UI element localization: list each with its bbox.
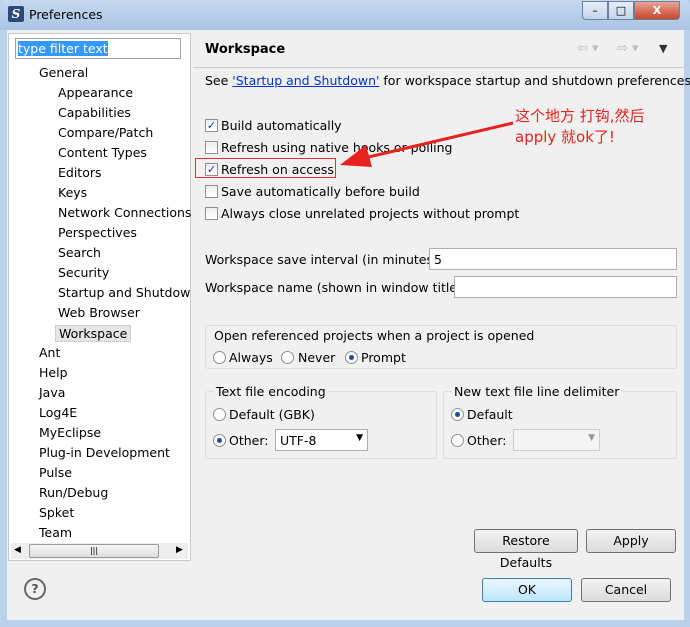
preference-tree: type filter text General Appearance Capabi… <box>8 33 191 561</box>
radio-label: Other: <box>229 433 269 448</box>
radio-label: Never <box>298 350 336 365</box>
ok-button[interactable]: OK <box>482 578 572 602</box>
tree-item[interactable]: Help <box>39 365 68 380</box>
line-delimiter-group: New text file line delimiter Default Oth… <box>443 384 677 459</box>
tree-item[interactable]: Security <box>58 265 109 280</box>
maximize-button[interactable]: □ <box>608 1 634 20</box>
tree-item[interactable]: Team <box>39 525 72 540</box>
save-interval-label: Workspace save interval (in minutes): <box>205 252 443 267</box>
cancel-button[interactable]: Cancel <box>581 578 671 602</box>
tree-item[interactable]: Pulse <box>39 465 72 480</box>
tree-item[interactable]: Editors <box>58 165 102 180</box>
delimiter-select[interactable]: ▼ <box>513 429 600 451</box>
tree-item[interactable]: Ant <box>39 345 60 360</box>
app-icon: S <box>8 6 24 22</box>
radio-label: Other: <box>467 433 507 448</box>
checkbox[interactable] <box>205 141 218 154</box>
radio-label: Prompt <box>361 350 406 365</box>
title-bar: S Preferences – □ X <box>0 0 690 30</box>
tree-item[interactable]: Java <box>39 385 65 400</box>
tree-item[interactable]: Search <box>58 245 101 260</box>
tree-item[interactable]: General <box>39 65 88 80</box>
page-title: Workspace <box>205 42 286 57</box>
dropdown-arrow-icon: ▼ <box>356 433 363 443</box>
scroll-left-icon[interactable]: ◀ <box>14 545 21 555</box>
filter-text: type filter text <box>18 41 108 56</box>
tree-item[interactable]: MyEclipse <box>39 425 101 440</box>
tree-item[interactable]: Compare/Patch <box>58 125 153 140</box>
group-label: Text file encoding <box>214 384 328 399</box>
tree-item[interactable]: Log4E <box>39 405 77 420</box>
startup-shutdown-link[interactable]: 'Startup and Shutdown' <box>232 73 379 88</box>
dropdown-arrow-icon: ▼ <box>588 433 595 443</box>
radio-never[interactable] <box>281 351 294 364</box>
checkbox[interactable]: ✓ <box>205 119 218 132</box>
checkbox-label: Save automatically before build <box>221 184 420 199</box>
workspace-name-label: Workspace name (shown in window title): <box>205 280 467 295</box>
scrollbar-thumb[interactable]: ||| <box>29 544 159 558</box>
radio-always[interactable] <box>213 351 226 364</box>
radio-label: Default <box>467 407 513 422</box>
view-menu-icon[interactable]: ▼ <box>659 42 667 55</box>
radio-prompt[interactable] <box>345 351 358 364</box>
tree-item[interactable]: Network Connections <box>58 205 191 220</box>
highlight-box <box>195 158 336 178</box>
text-encoding-group: Text file encoding Default (GBK) Other: … <box>205 384 437 459</box>
scroll-right-icon[interactable]: ▶ <box>176 545 183 555</box>
tree-item[interactable]: Web Browser <box>58 305 140 320</box>
tree-item[interactable]: Perspectives <box>58 225 137 240</box>
checkbox[interactable] <box>205 207 218 220</box>
minimize-button[interactable]: – <box>582 1 608 20</box>
checkbox-label: Always close unrelated projects without … <box>221 206 520 221</box>
radio-default-encoding[interactable] <box>213 408 226 421</box>
startup-note: See 'Startup and Shutdown' for workspace… <box>205 73 690 88</box>
tree-item[interactable]: Workspace <box>55 325 132 342</box>
open-referenced-group: Open referenced projects when a project … <box>205 325 677 369</box>
back-icon[interactable]: ⇦ ▾ <box>577 41 599 56</box>
tree-item[interactable]: Appearance <box>58 85 133 100</box>
radio-other-delimiter[interactable] <box>451 434 464 447</box>
tree-item[interactable]: Spket <box>39 505 74 520</box>
tree-item[interactable]: Keys <box>58 185 87 200</box>
tree-item[interactable]: Run/Debug <box>39 485 108 500</box>
window-title: Preferences <box>29 7 103 22</box>
workspace-name-input[interactable] <box>454 276 677 298</box>
filter-input[interactable]: type filter text <box>15 38 181 59</box>
annotation-text: 这个地方 打钩,然后 apply 就ok了! <box>515 107 645 146</box>
annotation-arrow <box>340 121 514 167</box>
radio-label: Default (GBK) <box>229 407 315 422</box>
group-label: New text file line delimiter <box>452 384 622 399</box>
radio-default-delimiter[interactable] <box>451 408 464 421</box>
forward-icon[interactable]: ⇨ ▾ <box>617 41 639 56</box>
tree-item[interactable]: Plug-in Development <box>39 445 170 460</box>
checkbox-label: Build automatically <box>221 118 342 133</box>
header-divider <box>193 67 684 68</box>
group-label: Open referenced projects when a project … <box>214 328 535 343</box>
apply-button[interactable]: Apply <box>586 529 676 553</box>
tree-item[interactable]: Capabilities <box>58 105 131 120</box>
horizontal-scrollbar[interactable]: ◀ ||| ▶ <box>11 543 188 559</box>
save-interval-input[interactable]: 5 <box>429 248 677 270</box>
radio-other-encoding[interactable] <box>213 434 226 447</box>
tree-item[interactable]: Startup and Shutdow <box>58 285 190 300</box>
close-button[interactable]: X <box>634 1 680 20</box>
encoding-select[interactable]: UTF-8 ▼ <box>275 429 368 451</box>
help-icon[interactable]: ? <box>24 578 46 600</box>
radio-label: Always <box>229 350 273 365</box>
tree-item[interactable]: Content Types <box>58 145 147 160</box>
restore-defaults-button[interactable]: Restore Defaults <box>474 529 578 570</box>
checkbox[interactable] <box>205 185 218 198</box>
